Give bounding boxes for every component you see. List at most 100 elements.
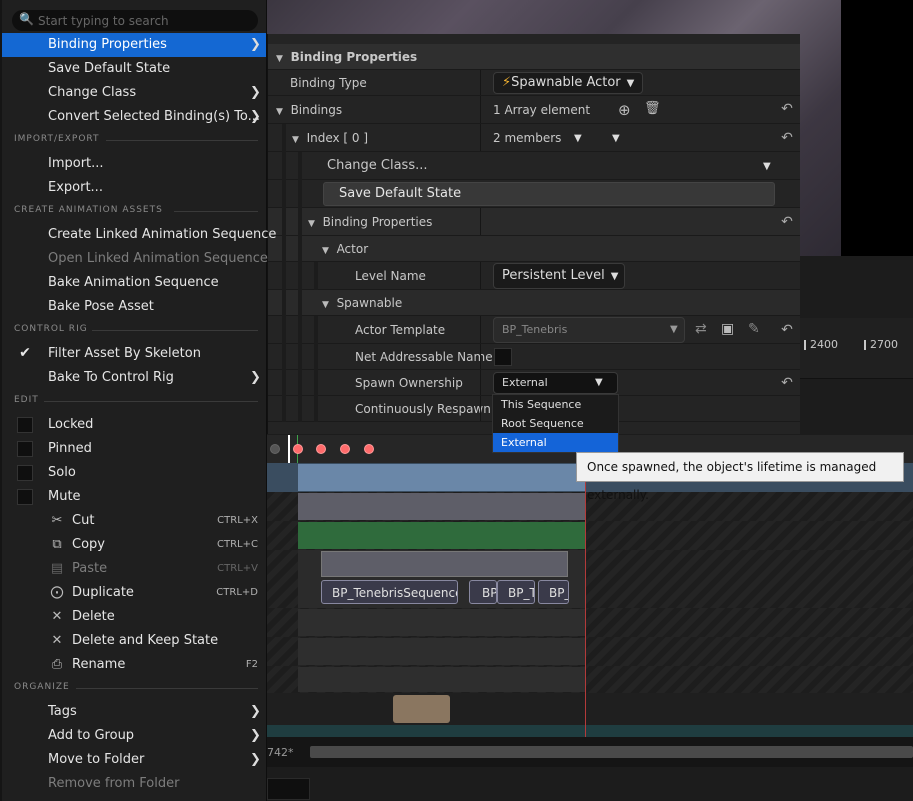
row-binding-properties[interactable]: ▼ Binding Properties ↶ bbox=[268, 208, 800, 236]
camera-cut-section[interactable] bbox=[393, 695, 450, 723]
spawn-ownership-combo[interactable]: External ▼ bbox=[493, 372, 618, 394]
menu-bake-anim[interactable]: Bake Animation Sequence bbox=[2, 271, 266, 295]
track-section[interactable] bbox=[298, 522, 585, 549]
solo-checkbox[interactable] bbox=[17, 465, 33, 481]
row-spawnable-section[interactable]: ▼ Spawnable bbox=[268, 290, 800, 316]
track-section[interactable] bbox=[298, 464, 585, 491]
menu-binding-properties[interactable]: Binding Properties ❯ bbox=[2, 33, 266, 57]
menu-save-default-state[interactable]: Save Default State bbox=[2, 57, 266, 81]
reset-icon[interactable]: ↶ bbox=[778, 374, 796, 392]
menu-solo[interactable]: Solo bbox=[2, 461, 266, 485]
reset-icon[interactable]: ↶ bbox=[778, 129, 796, 147]
eyedropper-icon[interactable]: ✎ bbox=[748, 321, 760, 337]
menu-convert-bindings[interactable]: Convert Selected Binding(s) To... ❯ bbox=[2, 105, 266, 129]
track-section[interactable] bbox=[298, 493, 585, 520]
menu-delete-keep-state[interactable]: ✕ Delete and Keep State bbox=[2, 629, 266, 653]
actor-template-label: Actor Template bbox=[355, 323, 446, 337]
change-class-button[interactable]: Change Class... bbox=[327, 152, 428, 180]
row-change-class[interactable]: Change Class... ▼ bbox=[268, 152, 800, 180]
chevron-right-icon: ❯ bbox=[250, 752, 261, 767]
keyframe[interactable] bbox=[340, 444, 350, 454]
menu-bake-control-rig[interactable]: Bake To Control Rig ❯ bbox=[2, 366, 266, 390]
menu-item-label: Locked bbox=[48, 417, 94, 432]
menu-add-to-group[interactable]: Add to Group ❯ bbox=[2, 724, 266, 748]
track-row[interactable]: BP_TenebrisSequence BP_ BP_T BP_ bbox=[267, 550, 913, 608]
expand-arrow-icon[interactable]: ▼ bbox=[276, 98, 283, 126]
browse-icon[interactable]: ▣ bbox=[721, 321, 734, 337]
menu-pinned[interactable]: Pinned bbox=[2, 437, 266, 461]
menu-copy[interactable]: ⧉ Copy CTRL+C bbox=[2, 533, 266, 557]
timeline-scrollbar[interactable] bbox=[310, 746, 913, 758]
row-actor-section[interactable]: ▼ Actor bbox=[268, 236, 800, 262]
level-name-combo[interactable]: Persistent Level ▼ bbox=[493, 263, 625, 289]
menu-export[interactable]: Export... bbox=[2, 176, 266, 200]
menu-cut[interactable]: ✂ Cut CTRL+X bbox=[2, 509, 266, 533]
pinned-checkbox[interactable] bbox=[17, 441, 33, 457]
subsection-4[interactable]: BP_ bbox=[538, 580, 569, 604]
menu-delete[interactable]: ✕ Delete bbox=[2, 605, 266, 629]
menu-bake-pose[interactable]: Bake Pose Asset bbox=[2, 295, 266, 319]
menu-filter-by-skeleton[interactable]: ✔ Filter Asset By Skeleton bbox=[2, 342, 266, 366]
end-marker[interactable] bbox=[585, 463, 586, 737]
keyframe[interactable] bbox=[270, 444, 280, 454]
expand-arrow-icon[interactable]: ▼ bbox=[322, 238, 329, 264]
save-default-state-button[interactable]: Save Default State bbox=[323, 182, 775, 206]
menu-import[interactable]: Import... bbox=[2, 152, 266, 176]
chevron-down-icon[interactable]: ▼ bbox=[612, 133, 620, 144]
binding-type-combo[interactable]: ⚡Spawnable Actor ▼ bbox=[493, 72, 643, 94]
spawn-ownership-label: Spawn Ownership bbox=[355, 376, 463, 390]
track-row[interactable] bbox=[267, 608, 913, 637]
net-addressable-checkbox[interactable] bbox=[494, 348, 512, 366]
keyframe[interactable] bbox=[316, 444, 326, 454]
panel-header[interactable]: ▼ Binding Properties bbox=[268, 44, 800, 70]
menu-search[interactable]: 🔍 bbox=[12, 10, 258, 31]
chevron-down-icon[interactable]: ▼ bbox=[763, 161, 771, 172]
subsequence-bar[interactable] bbox=[321, 551, 568, 577]
reset-icon[interactable]: ↶ bbox=[778, 321, 796, 339]
shortcut-label: CTRL+X bbox=[217, 515, 258, 526]
menu-duplicate[interactable]: ⨀ Duplicate CTRL+D bbox=[2, 581, 266, 605]
menu-change-class[interactable]: Change Class ❯ bbox=[2, 81, 266, 105]
locked-checkbox[interactable] bbox=[17, 417, 33, 433]
menu-locked[interactable]: Locked bbox=[2, 413, 266, 437]
expand-arrow-icon[interactable]: ▼ bbox=[322, 292, 329, 318]
reset-icon[interactable]: ↶ bbox=[778, 100, 796, 118]
search-input[interactable] bbox=[36, 11, 250, 31]
option-external[interactable]: External bbox=[493, 433, 618, 452]
menu-mute[interactable]: Mute bbox=[2, 485, 266, 509]
time-field[interactable] bbox=[267, 778, 310, 800]
menu-rename[interactable]: ⎙ Rename F2 bbox=[2, 653, 266, 677]
track-row[interactable] bbox=[267, 521, 913, 550]
subsection-1[interactable]: BP_TenebrisSequence bbox=[321, 580, 458, 604]
spawn-ownership-dropdown: This Sequence Root Sequence External bbox=[492, 394, 619, 453]
chevron-down-icon[interactable]: ▼ bbox=[574, 133, 582, 144]
use-selected-icon[interactable]: ⇄ bbox=[695, 321, 707, 337]
subsection-2[interactable]: BP_ bbox=[469, 580, 497, 604]
collapse-arrow-icon[interactable]: ▼ bbox=[276, 46, 283, 72]
duplicate-icon: ⨀ bbox=[50, 585, 64, 600]
keyframe[interactable] bbox=[364, 444, 374, 454]
delete-all-icon[interactable]: 🗑 bbox=[644, 101, 661, 116]
reset-icon[interactable]: ↶ bbox=[778, 213, 796, 231]
track-row[interactable] bbox=[267, 637, 913, 666]
actor-template-combo[interactable]: BP_Tenebris ▼ bbox=[493, 317, 685, 343]
mute-checkbox[interactable] bbox=[17, 489, 33, 505]
net-addressable-label: Net Addressable Name bbox=[355, 350, 493, 364]
option-root-sequence[interactable]: Root Sequence bbox=[493, 414, 618, 433]
menu-move-to-folder[interactable]: Move to Folder ❯ bbox=[2, 748, 266, 772]
menu-tags[interactable]: Tags ❯ bbox=[2, 700, 266, 724]
keyframe[interactable] bbox=[293, 444, 303, 454]
menu-item-label: Tags bbox=[48, 704, 77, 719]
expand-arrow-icon[interactable]: ▼ bbox=[292, 126, 299, 154]
option-this-sequence[interactable]: This Sequence bbox=[493, 395, 618, 414]
chevron-right-icon: ❯ bbox=[250, 370, 261, 385]
subsection-3[interactable]: BP_T bbox=[497, 580, 535, 604]
context-menu: 🔍 Binding Properties ❯ Save Default Stat… bbox=[2, 0, 276, 801]
chevron-right-icon: ❯ bbox=[250, 85, 261, 100]
add-element-icon[interactable]: ⊕ bbox=[618, 101, 631, 119]
expand-arrow-icon[interactable]: ▼ bbox=[308, 210, 315, 238]
menu-create-linked-anim[interactable]: Create Linked Animation Sequence bbox=[2, 223, 276, 247]
track-row[interactable] bbox=[267, 666, 913, 693]
menu-item-label: Bake Pose Asset bbox=[48, 299, 154, 314]
track-row[interactable] bbox=[267, 693, 913, 725]
